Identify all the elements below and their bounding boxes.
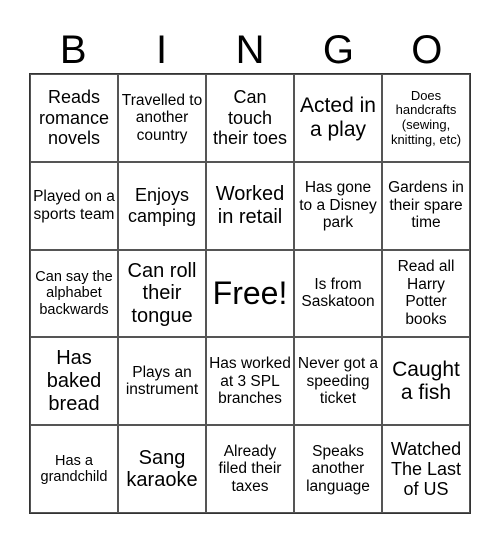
bingo-cell[interactable]: Has a grandchild: [30, 425, 118, 513]
bingo-cell[interactable]: Plays an instrument: [118, 337, 206, 426]
bingo-cell[interactable]: Enjoys camping: [118, 161, 206, 250]
bingo-header: B I N G O: [29, 28, 471, 72]
bingo-cell[interactable]: Played on a sports team: [30, 161, 118, 250]
bingo-cell[interactable]: Never got a speeding ticket: [294, 337, 382, 426]
header-letter-i: I: [156, 28, 168, 72]
bingo-cell[interactable]: Sang karaoke: [118, 425, 206, 513]
bingo-cell[interactable]: Read all Harry Potter books: [382, 249, 470, 338]
bingo-cell[interactable]: Reads romance novels: [30, 74, 118, 162]
bingo-cell[interactable]: Can say the alphabet backwards: [30, 249, 118, 338]
bingo-cell[interactable]: Has gone to a Disney park: [294, 161, 382, 250]
bingo-cell[interactable]: Speaks another language: [294, 425, 382, 513]
bingo-cell[interactable]: Watched The Last of US: [382, 425, 470, 513]
bingo-cell[interactable]: Can touch their toes: [206, 74, 294, 162]
bingo-cell[interactable]: Acted in a play: [294, 74, 382, 162]
header-letter-o: O: [411, 28, 443, 72]
bingo-cell[interactable]: Can roll their tongue: [118, 249, 206, 338]
bingo-cell[interactable]: Is from Saskatoon: [294, 249, 382, 338]
bingo-cell[interactable]: Worked in retail: [206, 161, 294, 250]
bingo-cell[interactable]: Does handcrafts (sewing, knitting, etc): [382, 74, 470, 162]
bingo-card: Reads romance novels Travelled to anothe…: [29, 73, 471, 514]
bingo-cell[interactable]: Caught a fish: [382, 337, 470, 426]
bingo-cell[interactable]: Has baked bread: [30, 337, 118, 426]
header-letter-b: B: [59, 28, 87, 72]
header-letter-n: N: [235, 28, 265, 72]
bingo-cell[interactable]: Gardens in their spare time: [382, 161, 470, 250]
free-space[interactable]: Free!: [206, 249, 294, 338]
bingo-cell[interactable]: Already filed their taxes: [206, 425, 294, 513]
bingo-cell[interactable]: Travelled to another country: [118, 74, 206, 162]
header-letter-g: G: [322, 28, 354, 72]
bingo-cell[interactable]: Has worked at 3 SPL branches: [206, 337, 294, 426]
